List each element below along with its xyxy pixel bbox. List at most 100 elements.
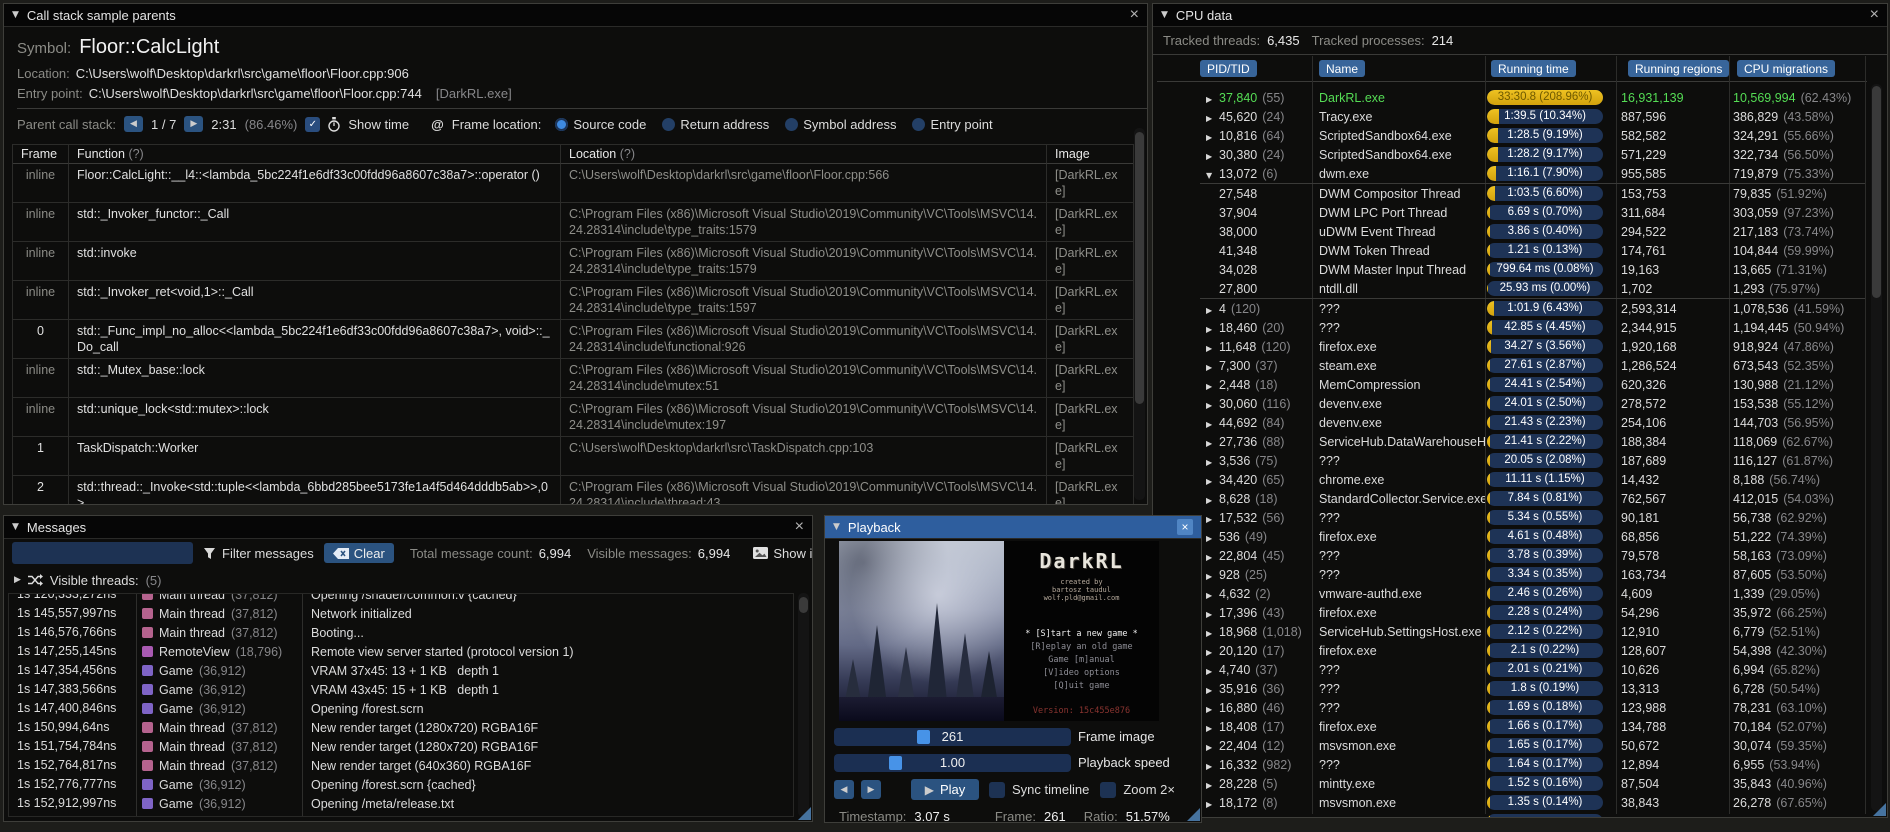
- close-icon[interactable]: ×: [1870, 7, 1879, 23]
- column-sort-button[interactable]: Running time: [1491, 60, 1576, 77]
- frame-location-radio[interactable]: Symbol address: [785, 117, 896, 132]
- cpu-process-row[interactable]: ▶ 45,620 (24) Tracy.exe 1:39.5 (10.34%) 88…: [1200, 107, 1865, 126]
- cpu-process-row[interactable]: 37,904 DWM LPC Port Thread 6.69 s (0.70%…: [1200, 203, 1865, 222]
- cpu-process-row[interactable]: ▶ 44,692 (84) devenv.exe 21.43 s (2.23%) 2…: [1200, 413, 1865, 432]
- scrollbar-handle[interactable]: [1135, 132, 1144, 404]
- message-row[interactable]: 1s 147,400,846ns Game (36,912) Opening /…: [9, 699, 793, 718]
- cpu-process-row[interactable]: ▶ 16,880 (46) ??? 1.69 s (0.18%) 123,988 7…: [1200, 698, 1865, 717]
- expand-icon[interactable]: ▶: [1206, 439, 1219, 448]
- message-row[interactable]: 1s 146,576,766ns Main thread (37,812) Bo…: [9, 623, 793, 642]
- message-row[interactable]: 1s 151,754,784ns Main thread (37,812) Ne…: [9, 737, 793, 756]
- expand-icon[interactable]: ▶: [1206, 325, 1219, 334]
- message-row[interactable]: 1s 145,557,997ns Main thread (37,812) Ne…: [9, 604, 793, 623]
- cpu-process-row[interactable]: ▶: [1200, 812, 1865, 817]
- cpu-data-titlebar[interactable]: ▼ CPU data ×: [1153, 4, 1887, 27]
- shuffle-icon[interactable]: [27, 574, 43, 586]
- expand-icon[interactable]: ▶: [1206, 458, 1219, 467]
- callstack-row[interactable]: inline Floor::CalcLight::__l4::<lambda_5…: [13, 164, 1133, 203]
- expand-icon[interactable]: ▶: [1206, 553, 1219, 562]
- cpu-scrollbar[interactable]: [1871, 84, 1882, 811]
- show-time-label[interactable]: Show time: [348, 117, 409, 132]
- cpu-process-row[interactable]: ▶ 17,532 (56) ??? 5.34 s (0.55%) 90,181 56…: [1200, 508, 1865, 527]
- cpu-process-row[interactable]: ▶ 30,060 (116) devenv.exe 24.01 s (2.50%) …: [1200, 394, 1865, 413]
- radio-icon[interactable]: [785, 117, 799, 131]
- play-button[interactable]: ▶ Play: [911, 779, 979, 800]
- cpu-process-row[interactable]: ▶ 30,380 (24) ScriptedSandbox64.exe 1:28.2…: [1200, 145, 1865, 164]
- expand-icon[interactable]: ▶: [1206, 133, 1219, 142]
- cpu-process-row[interactable]: ▶ 4 (120) ??? 1:01.9 (6.43%) 2,593,314 1,0…: [1200, 298, 1865, 318]
- cpu-process-row[interactable]: ▶27,736 (88) ServiceHub.DataWarehouseHost…: [1200, 432, 1865, 451]
- cpu-process-row[interactable]: ▶ 4,632 (2) vmware-authd.exe 2.46 s (0.26%…: [1200, 584, 1865, 603]
- expand-icon[interactable]: ▶: [1206, 591, 1219, 600]
- cpu-process-row[interactable]: ▶ 35,916 (36) ??? 1.8 s (0.19%) 13,313 6,7…: [1200, 679, 1865, 698]
- expand-icon[interactable]: ▶: [1206, 762, 1219, 771]
- cpu-process-row[interactable]: 27,800 ntdll.dll 25.93 ms (0.00%) 1,702 …: [1200, 279, 1865, 298]
- callstack-titlebar[interactable]: ▼ Call stack sample parents ×: [4, 4, 1147, 27]
- expand-icon[interactable]: ▶: [1206, 648, 1219, 657]
- filter-input[interactable]: [12, 542, 193, 564]
- callstack-row[interactable]: inline std::_Invoker_ret<void,1>::_Call …: [13, 281, 1133, 320]
- show-time-checkbox[interactable]: ✓: [305, 116, 321, 132]
- collapse-icon[interactable]: ▼: [12, 10, 19, 20]
- scrollbar-handle[interactable]: [1872, 86, 1881, 298]
- cpu-process-row[interactable]: ▶ 10,816 (64) ScriptedSandbox64.exe 1:28.5…: [1200, 126, 1865, 145]
- expand-icon[interactable]: ▶: [1206, 363, 1219, 372]
- expand-icon[interactable]: ▶: [1206, 705, 1219, 714]
- message-row[interactable]: 1s 147,354,456ns Game (36,912) VRAM 37x4…: [9, 661, 793, 680]
- radio-icon[interactable]: [662, 117, 676, 131]
- cpu-process-row[interactable]: 27,548 DWM Compositor Thread 1:03.5 (6.6…: [1200, 183, 1865, 203]
- close-icon[interactable]: ×: [1130, 7, 1139, 23]
- step-forward-button[interactable]: ▶: [861, 780, 881, 799]
- expand-icon[interactable]: ▶: [1206, 743, 1219, 752]
- resize-grip[interactable]: [1873, 803, 1886, 816]
- prev-callstack-button[interactable]: ◀: [124, 116, 143, 132]
- callstack-scrollbar[interactable]: [1134, 128, 1145, 500]
- column-sort-button[interactable]: Running regions: [1628, 60, 1730, 77]
- expand-icon[interactable]: ▶: [1206, 496, 1219, 505]
- expand-icon[interactable]: ▶: [1206, 572, 1219, 581]
- cpu-process-row[interactable]: ▶ 18,172 (8) msvsmon.exe 1.35 s (0.14%) 38…: [1200, 793, 1865, 812]
- callstack-row[interactable]: inline std::unique_lock<std::mutex>::loc…: [13, 398, 1133, 437]
- column-sort-button[interactable]: CPU migrations: [1737, 60, 1836, 77]
- message-row[interactable]: 1s 147,255,145ns RemoteView (18,796) Rem…: [9, 642, 793, 661]
- cpu-process-row[interactable]: 34,028 DWM Master Input Thread 799.64 ms…: [1200, 260, 1865, 279]
- collapse-icon[interactable]: ▼: [833, 522, 840, 532]
- sync-timeline-label[interactable]: Sync timeline: [1012, 782, 1089, 797]
- cpu-process-row[interactable]: ▶ 20,120 (17) firefox.exe 2.1 s (0.22%) 12…: [1200, 641, 1865, 660]
- frame-location-radio[interactable]: Entry point: [912, 117, 993, 132]
- expand-icon[interactable]: ▶: [1206, 306, 1219, 315]
- expand-icon[interactable]: ▶: [1206, 686, 1219, 695]
- expand-icon[interactable]: ▶: [1206, 667, 1219, 676]
- collapse-icon[interactable]: ▼: [1161, 10, 1168, 20]
- resize-grip[interactable]: [1187, 808, 1200, 821]
- cpu-process-row[interactable]: ▶ 18,968 (1,018) ServiceHub.SettingsHost.e…: [1200, 622, 1865, 641]
- callstack-row[interactable]: 0 std::_Func_impl_no_alloc<<lambda_5bc22…: [13, 320, 1133, 359]
- expand-icon[interactable]: ▶: [1206, 95, 1219, 104]
- cpu-process-row[interactable]: ▶ 37,840 (55) DarkRL.exe 33:30.8 (208.96%)…: [1200, 88, 1865, 107]
- callstack-row[interactable]: inline std::_Mutex_base::lock C:\Program…: [13, 359, 1133, 398]
- radio-icon[interactable]: [912, 117, 926, 131]
- column-sort-button[interactable]: PID/TID: [1200, 60, 1257, 77]
- expand-icon[interactable]: ▶: [1206, 477, 1219, 486]
- expand-icon[interactable]: ▶: [1206, 534, 1219, 543]
- radio-icon[interactable]: [555, 117, 569, 131]
- cpu-process-row[interactable]: 38,000 uDWM Event Thread 3.86 s (0.40%) …: [1200, 222, 1865, 241]
- cpu-process-row[interactable]: ▶ 8,628 (18) StandardCollector.Service.exe…: [1200, 489, 1865, 508]
- cpu-process-row[interactable]: ▶ 2,448 (18) MemCompression 24.41 s (2.54%…: [1200, 375, 1865, 394]
- messages-titlebar[interactable]: ▼ Messages ×: [4, 516, 812, 539]
- message-row[interactable]: 1s 152,764,817ns Main thread (37,812) Ne…: [9, 756, 793, 775]
- next-callstack-button[interactable]: ▶: [184, 116, 204, 132]
- callstack-row[interactable]: 2 std::thread::_Invoke<std::tuple<<lambd…: [13, 476, 1133, 504]
- frame-location-radio[interactable]: Source code: [555, 117, 646, 132]
- frame-image-slider[interactable]: 261: [834, 728, 1071, 746]
- close-icon[interactable]: ×: [1177, 519, 1193, 535]
- expand-icon[interactable]: ▶: [1206, 344, 1219, 353]
- callstack-row[interactable]: inline std::invoke C:\Program Files (x86…: [13, 242, 1133, 281]
- playback-titlebar[interactable]: ▼ Playback ×: [825, 516, 1201, 539]
- column-sort-button[interactable]: Name: [1319, 60, 1366, 77]
- show-images-label[interactable]: Show images: [773, 546, 812, 561]
- expand-icon[interactable]: ▶: [1206, 800, 1219, 809]
- expand-icon[interactable]: ▼: [1206, 171, 1219, 180]
- clear-button[interactable]: Clear: [323, 543, 394, 563]
- expand-icon[interactable]: ▶: [1206, 724, 1219, 733]
